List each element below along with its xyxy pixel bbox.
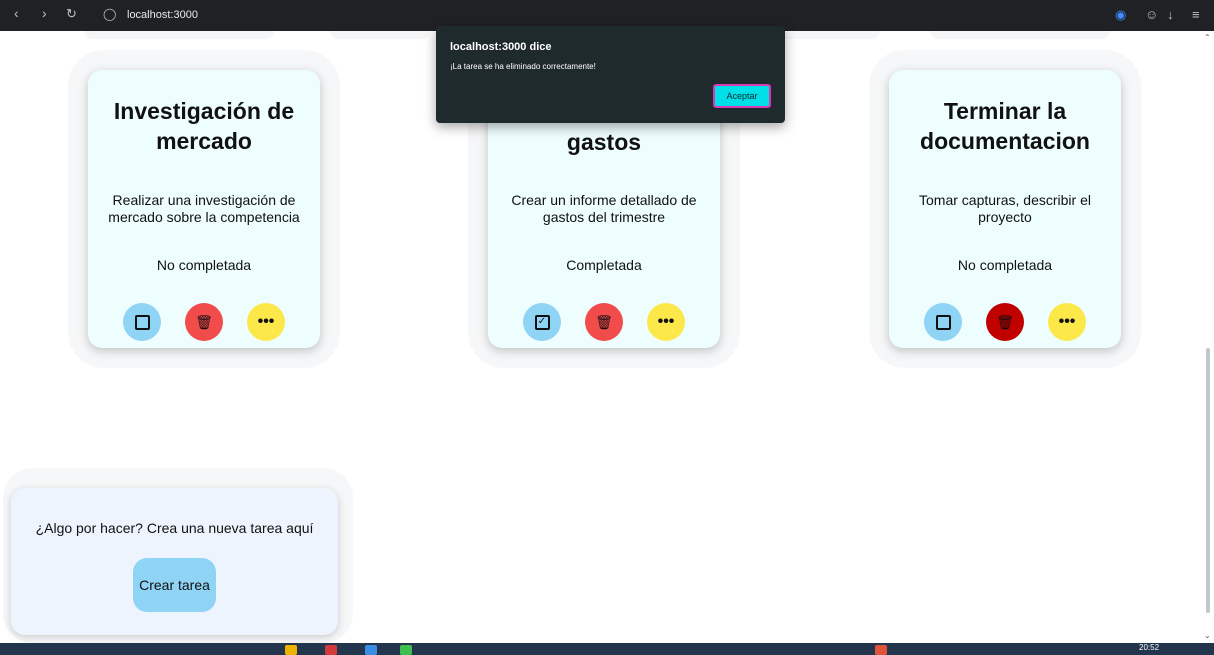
toggle-complete-button[interactable] [924, 303, 962, 341]
task-actions: 🗑 ••• [88, 303, 320, 341]
card-shadow [930, 31, 1110, 39]
card-shadow [780, 31, 880, 39]
task-status: No completada [156, 257, 252, 273]
globe-icon: ◯ [103, 7, 117, 21]
checkbox-checked-icon: ✓ [534, 314, 550, 330]
tray-app-icon[interactable] [875, 645, 887, 655]
folder-icon[interactable] [285, 645, 297, 655]
scroll-thumb[interactable] [1206, 348, 1210, 613]
trash-icon: 🗑 [996, 313, 1014, 330]
chat-app-icon[interactable] [400, 645, 412, 655]
reload-icon[interactable]: ↻ [66, 6, 77, 22]
chevron-right-icon[interactable]: › [42, 5, 47, 21]
editor-app-icon[interactable] [365, 645, 377, 655]
task-card: Terminar la documentacion Tomar capturas… [889, 70, 1121, 348]
task-status: No completada [957, 257, 1053, 273]
checkbox-empty-icon [935, 314, 951, 330]
shield-icon[interactable]: ◉ [1115, 7, 1126, 23]
more-options-button[interactable]: ••• [1048, 303, 1086, 341]
ellipsis-icon: ••• [657, 313, 675, 330]
task-title: Terminar la documentacion [920, 98, 1090, 154]
os-taskbar: 20:52 [0, 643, 1214, 655]
task-title: gastos [566, 129, 642, 155]
scroll-up-icon[interactable]: ⌃ [1204, 33, 1211, 42]
trash-icon: 🗑 [195, 313, 213, 330]
task-actions: 🗑 ••• [889, 303, 1121, 341]
create-task-button[interactable]: Crear tarea [133, 558, 216, 612]
dialog-title: localhost:3000 dice [450, 41, 552, 53]
delete-button[interactable]: 🗑 [185, 303, 223, 341]
task-description: Realizar una investigación de mercado so… [108, 192, 300, 225]
menu-icon[interactable]: ≡ [1192, 7, 1200, 22]
delete-button[interactable]: 🗑 [986, 303, 1024, 341]
profile-icon[interactable]: ☺ [1145, 7, 1158, 22]
trash-icon: 🗑 [595, 313, 613, 330]
task-description: Tomar capturas, describir el proyecto [919, 192, 1091, 225]
page-scrollbar[interactable]: ⌃ ⌄ [1202, 31, 1214, 643]
more-options-button[interactable]: ••• [247, 303, 285, 341]
create-task-panel: ¿Algo por hacer? Crea una nueva tarea aq… [11, 488, 338, 635]
address-bar[interactable]: localhost:3000 [127, 9, 198, 21]
card-shadow [84, 31, 274, 39]
task-description: Crear un informe detallado de gastos del… [511, 192, 697, 225]
dialog-message: ¡La tarea se ha eliminado correctamente! [450, 62, 596, 71]
create-prompt: ¿Algo por hacer? Crea una nueva tarea aq… [35, 520, 314, 536]
ellipsis-icon: ••• [257, 313, 275, 330]
checkbox-empty-icon [134, 314, 150, 330]
task-title: Investigación de mercado [113, 98, 295, 154]
more-options-button[interactable]: ••• [647, 303, 685, 341]
toggle-complete-button[interactable]: ✓ [523, 303, 561, 341]
scroll-down-icon[interactable]: ⌄ [1204, 631, 1211, 640]
card-shadow [330, 31, 430, 39]
download-icon[interactable]: ↓ [1167, 7, 1174, 22]
taskbar-clock: 20:52 [1139, 643, 1160, 652]
toggle-complete-button[interactable] [123, 303, 161, 341]
alert-dialog: localhost:3000 dice ¡La tarea se ha elim… [436, 26, 785, 123]
browser-app-icon[interactable] [325, 645, 337, 655]
ellipsis-icon: ••• [1058, 313, 1076, 330]
chevron-left-icon[interactable]: ‹ [14, 5, 19, 21]
task-actions: ✓ 🗑 ••• [488, 303, 720, 341]
accept-button[interactable]: Aceptar [713, 84, 771, 108]
delete-button[interactable]: 🗑 [585, 303, 623, 341]
task-card: Investigación de mercado Realizar una in… [88, 70, 320, 348]
task-status: Completada [566, 257, 642, 273]
